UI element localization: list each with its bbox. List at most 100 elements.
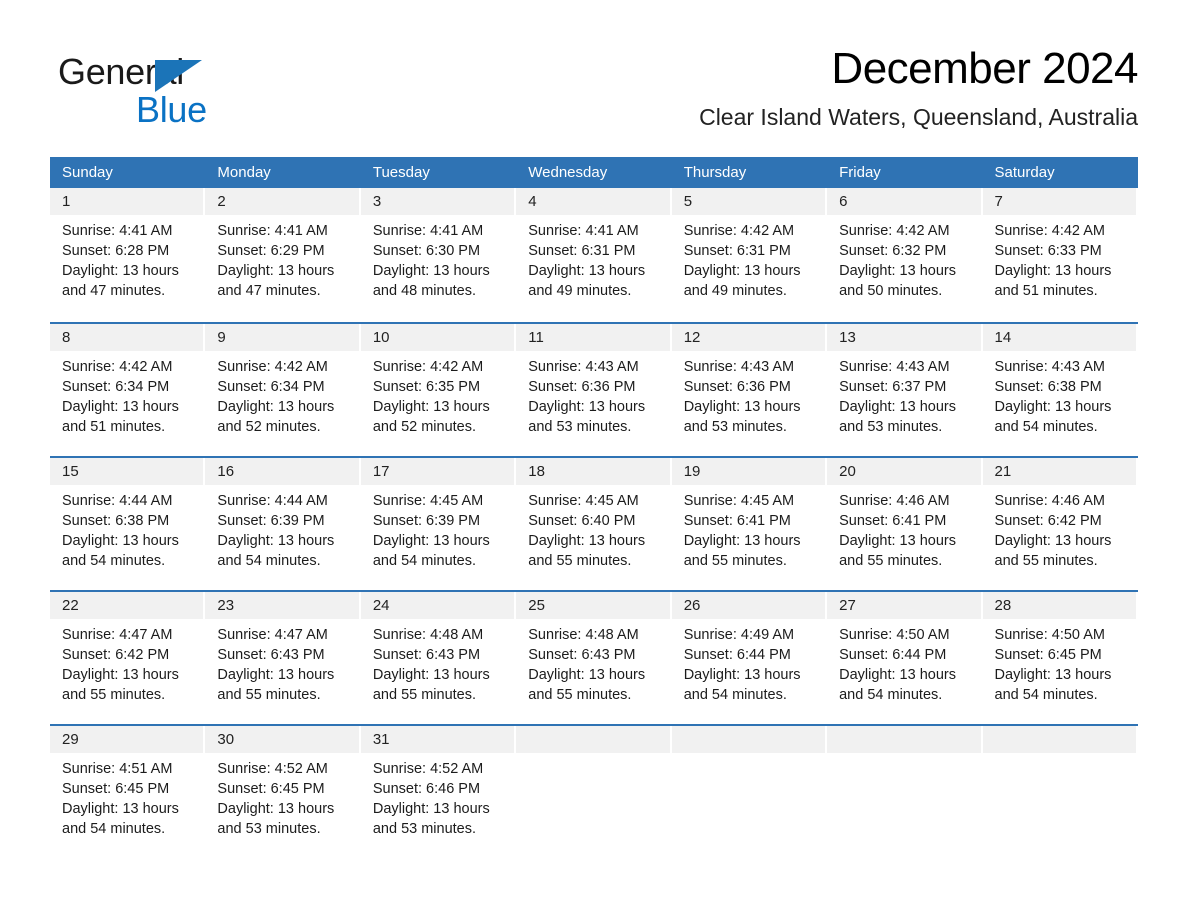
daylight-text-line2: and 54 minutes. bbox=[217, 553, 321, 569]
day-details: Sunrise: 4:48 AM Sunset: 6:43 PM Daylight:… bbox=[361, 619, 516, 705]
day-cell[interactable]: 3 Sunrise: 4:41 AM Sunset: 6:30 PM Daylight… bbox=[360, 188, 517, 322]
daylight-text-line2: and 54 minutes. bbox=[62, 553, 166, 569]
day-number: 24 bbox=[372, 597, 390, 614]
day-number: 16 bbox=[217, 463, 235, 480]
day-number: 5 bbox=[683, 193, 693, 210]
day-number: 20 bbox=[839, 463, 856, 480]
day-cell[interactable]: 20 Sunrise: 4:46 AM Sunset: 6:41 PM Dayligh… bbox=[827, 458, 983, 590]
day-cell[interactable]: 26 Sunrise: 4:49 AM Sunset: 6:44 PM Dayligh… bbox=[671, 592, 828, 724]
day-number: 31 bbox=[372, 731, 390, 748]
daylight-text-line1: Daylight: 13 hours bbox=[372, 533, 490, 549]
daylight-text-line2: and 52 minutes. bbox=[372, 419, 477, 435]
daylight-text-line1: Daylight: 13 hours bbox=[683, 399, 801, 415]
logo-text-blue: Blue bbox=[136, 89, 207, 130]
daylight-text-line1: Daylight: 13 hours bbox=[62, 667, 179, 683]
day-number-band: 23 bbox=[205, 592, 359, 619]
day-cell[interactable]: 16 Sunrise: 4:44 AM Sunset: 6:39 PM Dayligh… bbox=[205, 458, 361, 590]
day-number: 7 bbox=[994, 193, 1003, 210]
day-details: Sunrise: 4:43 AM Sunset: 6:37 PM Daylight:… bbox=[827, 351, 982, 437]
day-number-band: 20 bbox=[827, 458, 981, 485]
day-cell[interactable]: 27 Sunrise: 4:50 AM Sunset: 6:44 PM Dayligh… bbox=[827, 592, 983, 724]
day-cell[interactable]: 5 Sunrise: 4:42 AM Sunset: 6:31 PM Daylight… bbox=[671, 188, 828, 322]
sunrise-text: Sunrise: 4:48 AM bbox=[528, 627, 639, 643]
day-number-band: 10 bbox=[360, 324, 515, 351]
daylight-text-line2: and 55 minutes. bbox=[994, 553, 1098, 569]
page-header: General Blue December 2024 Clear Island … bbox=[50, 42, 1138, 152]
day-number-band: 7 bbox=[982, 188, 1136, 215]
calendar-week-row: 1 Sunrise: 4:41 AM Sunset: 6:28 PM Daylight… bbox=[50, 188, 1138, 322]
day-cell[interactable]: 7 Sunrise: 4:42 AM Sunset: 6:33 PM Daylight… bbox=[982, 188, 1138, 322]
day-details: Sunrise: 4:49 AM Sunset: 6:44 PM Daylight:… bbox=[672, 619, 827, 705]
day-cell[interactable]: 31 Sunrise: 4:52 AM Sunset: 6:46 PM Dayligh… bbox=[360, 726, 517, 858]
day-cell[interactable]: 2 Sunrise: 4:41 AM Sunset: 6:29 PM Daylight… bbox=[205, 188, 361, 322]
day-cell[interactable]: 21 Sunrise: 4:46 AM Sunset: 6:42 PM Dayligh… bbox=[982, 458, 1138, 590]
day-cell[interactable]: 29 Sunrise: 4:51 AM Sunset: 6:45 PM Dayligh… bbox=[50, 726, 206, 858]
weekday-header-wednesday: Wednesday bbox=[528, 164, 608, 181]
day-cell[interactable]: 24 Sunrise: 4:48 AM Sunset: 6:43 PM Dayligh… bbox=[360, 592, 517, 724]
day-cell[interactable]: 22 Sunrise: 4:47 AM Sunset: 6:42 PM Dayligh… bbox=[50, 592, 206, 724]
sunset-text: Sunset: 6:34 PM bbox=[217, 379, 325, 395]
day-cell[interactable]: 15 Sunrise: 4:44 AM Sunset: 6:38 PM Dayligh… bbox=[50, 458, 206, 590]
sunset-text: Sunset: 6:31 PM bbox=[528, 243, 636, 259]
daylight-text-line2: and 55 minutes. bbox=[372, 687, 477, 703]
sunrise-text: Sunrise: 4:47 AM bbox=[62, 627, 173, 643]
day-cell-empty bbox=[827, 726, 983, 858]
sunrise-text: Sunrise: 4:41 AM bbox=[217, 223, 328, 239]
day-cell[interactable]: 28 Sunrise: 4:50 AM Sunset: 6:45 PM Dayligh… bbox=[982, 592, 1138, 724]
day-number-band: 28 bbox=[982, 592, 1136, 619]
weekday-header-tuesday: Tuesday bbox=[372, 164, 430, 181]
day-cell[interactable]: 1 Sunrise: 4:41 AM Sunset: 6:28 PM Daylight… bbox=[50, 188, 206, 322]
day-details bbox=[983, 753, 1138, 759]
day-details: Sunrise: 4:43 AM Sunset: 6:36 PM Daylight:… bbox=[672, 351, 827, 437]
day-number: 13 bbox=[839, 329, 856, 346]
daylight-text-line2: and 48 minutes. bbox=[372, 283, 477, 299]
general-blue-logo[interactable]: General Blue bbox=[58, 52, 258, 132]
day-cell[interactable]: 14 Sunrise: 4:43 AM Sunset: 6:38 PM Dayligh… bbox=[982, 324, 1138, 456]
calendar-week-row: 29 Sunrise: 4:51 AM Sunset: 6:45 PM Dayligh… bbox=[50, 724, 1138, 858]
day-cell[interactable]: 18 Sunrise: 4:45 AM Sunset: 6:40 PM Dayligh… bbox=[516, 458, 672, 590]
day-cell[interactable]: 11 Sunrise: 4:43 AM Sunset: 6:36 PM Dayligh… bbox=[516, 324, 672, 456]
daylight-text-line1: Daylight: 13 hours bbox=[217, 399, 335, 415]
daylight-text-line2: and 53 minutes. bbox=[217, 821, 321, 837]
sunrise-text: Sunrise: 4:48 AM bbox=[372, 627, 484, 643]
daylight-text-line1: Daylight: 13 hours bbox=[839, 667, 956, 683]
sunrise-text: Sunrise: 4:47 AM bbox=[217, 627, 328, 643]
sunrise-text: Sunrise: 4:51 AM bbox=[62, 761, 173, 777]
day-cell[interactable]: 4 Sunrise: 4:41 AM Sunset: 6:31 PM Daylight… bbox=[516, 188, 672, 322]
day-cell-empty bbox=[982, 726, 1138, 858]
daylight-text-line2: and 49 minutes. bbox=[683, 283, 787, 299]
day-number: 12 bbox=[683, 329, 701, 346]
day-cell[interactable]: 12 Sunrise: 4:43 AM Sunset: 6:36 PM Dayligh… bbox=[671, 324, 828, 456]
day-details: Sunrise: 4:41 AM Sunset: 6:28 PM Daylight:… bbox=[50, 215, 205, 301]
day-cell[interactable]: 25 Sunrise: 4:48 AM Sunset: 6:43 PM Dayligh… bbox=[516, 592, 672, 724]
day-cell[interactable]: 17 Sunrise: 4:45 AM Sunset: 6:39 PM Dayligh… bbox=[360, 458, 517, 590]
weekday-header-row: Sunday Monday Tuesday Wednesday Thursday Frid… bbox=[50, 157, 1138, 188]
daylight-text-line1: Daylight: 13 hours bbox=[994, 667, 1112, 683]
day-details: Sunrise: 4:42 AM Sunset: 6:34 PM Daylight:… bbox=[50, 351, 205, 437]
day-cell-empty bbox=[671, 726, 828, 858]
sunrise-text: Sunrise: 4:50 AM bbox=[839, 627, 950, 643]
day-cell[interactable]: 9 Sunrise: 4:42 AM Sunset: 6:34 PM Daylight… bbox=[205, 324, 361, 456]
logo-triangle-icon bbox=[155, 60, 202, 92]
day-details: Sunrise: 4:42 AM Sunset: 6:35 PM Daylight:… bbox=[361, 351, 516, 437]
day-number: 2 bbox=[217, 193, 226, 210]
day-number: 25 bbox=[528, 597, 545, 614]
day-details: Sunrise: 4:47 AM Sunset: 6:43 PM Daylight:… bbox=[205, 619, 360, 705]
day-number: 26 bbox=[683, 597, 701, 614]
day-cell[interactable]: 6 Sunrise: 4:42 AM Sunset: 6:32 PM Daylight… bbox=[827, 188, 983, 322]
sunrise-text: Sunrise: 4:43 AM bbox=[683, 359, 795, 375]
day-number: 29 bbox=[62, 731, 79, 748]
day-number-band: 17 bbox=[360, 458, 515, 485]
day-number: 22 bbox=[62, 597, 79, 614]
page-title: December 2024 bbox=[831, 44, 1138, 93]
day-cell[interactable]: 19 Sunrise: 4:45 AM Sunset: 6:41 PM Dayligh… bbox=[671, 458, 828, 590]
day-cell[interactable]: 13 Sunrise: 4:43 AM Sunset: 6:37 PM Dayligh… bbox=[827, 324, 983, 456]
day-number-band: 12 bbox=[671, 324, 826, 351]
day-cell[interactable]: 23 Sunrise: 4:47 AM Sunset: 6:43 PM Dayligh… bbox=[205, 592, 361, 724]
daylight-text-line2: and 51 minutes. bbox=[62, 419, 166, 435]
daylight-text-line2: and 49 minutes. bbox=[528, 283, 632, 299]
day-cell[interactable]: 10 Sunrise: 4:42 AM Sunset: 6:35 PM Dayligh… bbox=[360, 324, 517, 456]
day-cell[interactable]: 30 Sunrise: 4:52 AM Sunset: 6:45 PM Dayligh… bbox=[205, 726, 361, 858]
sunrise-text: Sunrise: 4:52 AM bbox=[217, 761, 328, 777]
day-cell[interactable]: 8 Sunrise: 4:42 AM Sunset: 6:34 PM Daylight… bbox=[50, 324, 206, 456]
